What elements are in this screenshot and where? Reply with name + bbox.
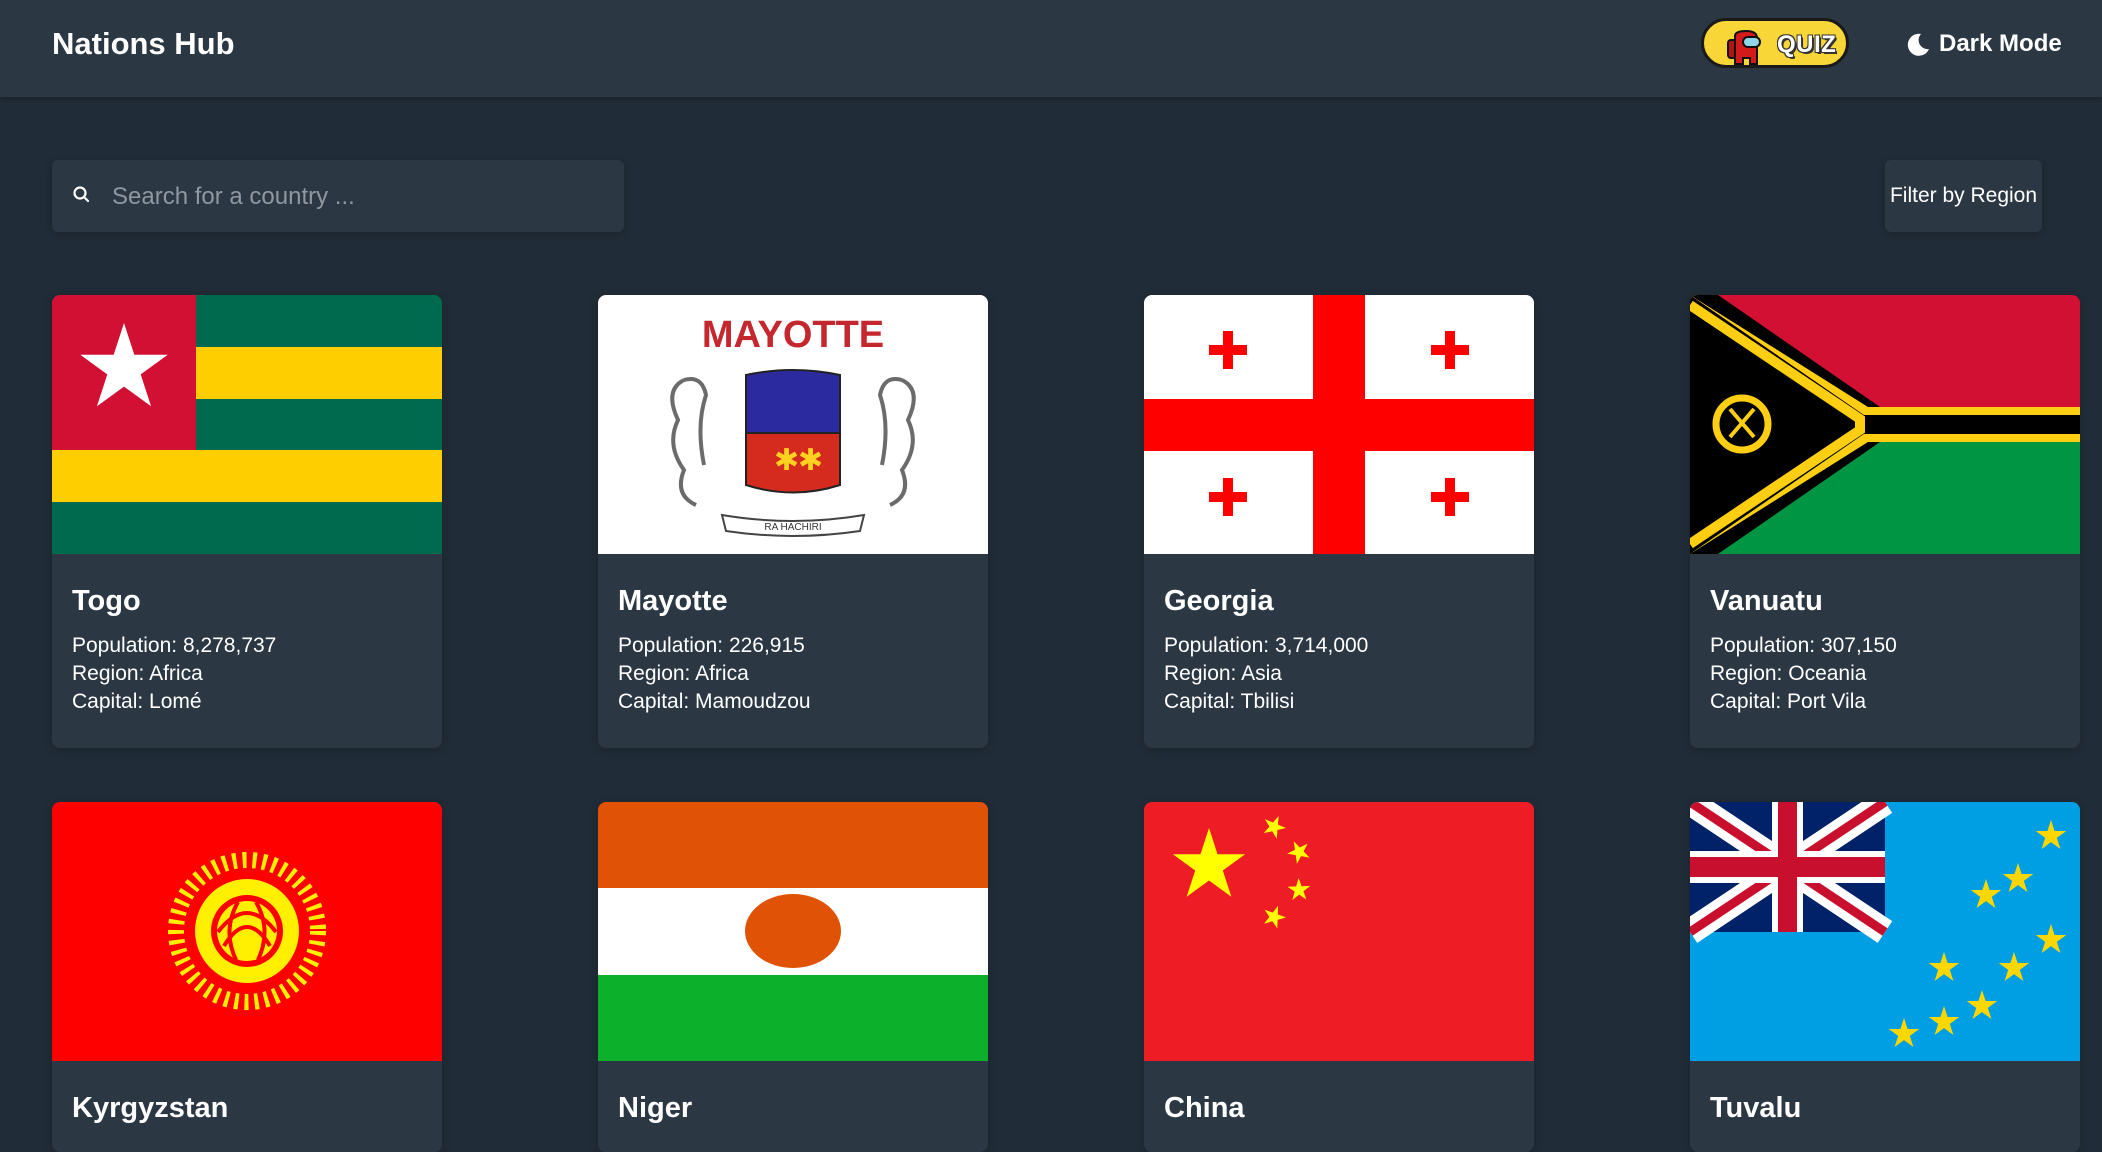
population-row: Population: 8,278,737 bbox=[72, 634, 276, 658]
mayotte-flag-title: MAYOTTE bbox=[702, 314, 884, 356]
region-label: Region: bbox=[72, 662, 145, 685]
country-card-niger[interactable]: Niger bbox=[598, 802, 988, 1152]
population-label: Population: bbox=[1710, 634, 1816, 657]
population-value: 3,714,000 bbox=[1274, 634, 1369, 657]
niger-flag bbox=[598, 802, 988, 1061]
capital-row: Capital: Lomé bbox=[72, 690, 202, 714]
search-icon bbox=[73, 186, 90, 203]
country-card-kyrgyzstan[interactable]: Kyrgyzstan bbox=[52, 802, 442, 1152]
country-name: Tuvalu bbox=[1710, 1092, 1802, 1124]
togo-flag bbox=[52, 295, 442, 554]
capital-label: Capital: bbox=[618, 690, 690, 713]
svg-text:✱: ✱ bbox=[798, 444, 823, 477]
moon-icon bbox=[1907, 33, 1929, 56]
country-card-vanuatu[interactable]: Vanuatu Population: 307,150 Region: Ocea… bbox=[1690, 295, 2080, 748]
region-label: Region: bbox=[618, 662, 691, 685]
capital-label: Capital: bbox=[1710, 690, 1782, 713]
region-value: Asia bbox=[1241, 662, 1282, 685]
country-name: Kyrgyzstan bbox=[72, 1092, 229, 1124]
country-card-georgia[interactable]: Georgia Population: 3,714,000 Region: As… bbox=[1144, 295, 1534, 748]
crewmate-icon bbox=[1727, 30, 1761, 65]
population-label: Population: bbox=[72, 634, 178, 657]
region-row: Region: Africa bbox=[618, 662, 749, 686]
tuvalu-flag bbox=[1690, 802, 2080, 1061]
capital-label: Capital: bbox=[1164, 690, 1236, 713]
capital-label: Capital: bbox=[72, 690, 144, 713]
filter-by-region-dropdown[interactable]: Filter by Region bbox=[1885, 160, 2042, 232]
capital-row: Capital: Tbilisi bbox=[1164, 690, 1294, 714]
region-value: Oceania bbox=[1788, 662, 1867, 685]
mayotte-flag: MAYOTTE ✱ ✱ RA HACHIRI bbox=[598, 295, 988, 554]
app-title[interactable]: Nations Hub bbox=[52, 26, 235, 62]
population-row: Population: 307,150 bbox=[1710, 634, 1897, 658]
population-value: 307,150 bbox=[1820, 634, 1897, 657]
population-row: Population: 3,714,000 bbox=[1164, 634, 1368, 658]
country-name: Vanuatu bbox=[1710, 585, 1823, 617]
population-label: Population: bbox=[1164, 634, 1270, 657]
country-name: Togo bbox=[72, 585, 141, 617]
population-row: Population: 226,915 bbox=[618, 634, 805, 658]
country-card-togo[interactable]: Togo Population: 8,278,737 Region: Afric… bbox=[52, 295, 442, 748]
quiz-button[interactable]: QUIZ bbox=[1701, 18, 1849, 68]
country-name: Mayotte bbox=[618, 585, 728, 617]
capital-value: Tbilisi bbox=[1240, 690, 1295, 713]
search-bar bbox=[52, 160, 624, 234]
china-flag bbox=[1144, 802, 1534, 1061]
population-value: 8,278,737 bbox=[182, 634, 277, 657]
country-card-tuvalu[interactable]: Tuvalu bbox=[1690, 802, 2080, 1152]
population-value: 226,915 bbox=[728, 634, 805, 657]
capital-row: Capital: Port Vila bbox=[1710, 690, 1866, 714]
region-label: Region: bbox=[1164, 662, 1237, 685]
region-row: Region: Africa bbox=[72, 662, 203, 686]
kyrgyzstan-flag bbox=[52, 802, 442, 1061]
capital-value: Lomé bbox=[149, 690, 202, 713]
capital-row: Capital: Mamoudzou bbox=[618, 690, 811, 714]
region-value: Africa bbox=[149, 662, 203, 685]
region-row: Region: Oceania bbox=[1710, 662, 1866, 686]
capital-value: Mamoudzou bbox=[695, 690, 811, 713]
top-navbar: Nations Hub QUIZ Dark Mode bbox=[0, 0, 2102, 97]
quiz-label: QUIZ bbox=[1777, 31, 1837, 58]
region-value: Africa bbox=[695, 662, 749, 685]
georgia-flag bbox=[1144, 295, 1534, 554]
country-name: Niger bbox=[618, 1092, 693, 1124]
population-label: Population: bbox=[618, 634, 724, 657]
country-name: China bbox=[1164, 1092, 1245, 1124]
country-card-mayotte[interactable]: MAYOTTE ✱ ✱ RA HACHIRI Mayotte Populatio… bbox=[598, 295, 988, 748]
capital-value: Port Vila bbox=[1787, 690, 1867, 713]
svg-text:✱: ✱ bbox=[774, 444, 799, 477]
vanuatu-flag bbox=[1690, 295, 2080, 554]
search-input[interactable] bbox=[110, 160, 614, 234]
region-label: Region: bbox=[1710, 662, 1783, 685]
country-name: Georgia bbox=[1164, 585, 1274, 617]
country-card-china[interactable]: China bbox=[1144, 802, 1534, 1152]
region-row: Region: Asia bbox=[1164, 662, 1282, 686]
dark-mode-label: Dark Mode bbox=[1939, 30, 2062, 57]
mayotte-flag-motto: RA HACHIRI bbox=[764, 522, 821, 533]
